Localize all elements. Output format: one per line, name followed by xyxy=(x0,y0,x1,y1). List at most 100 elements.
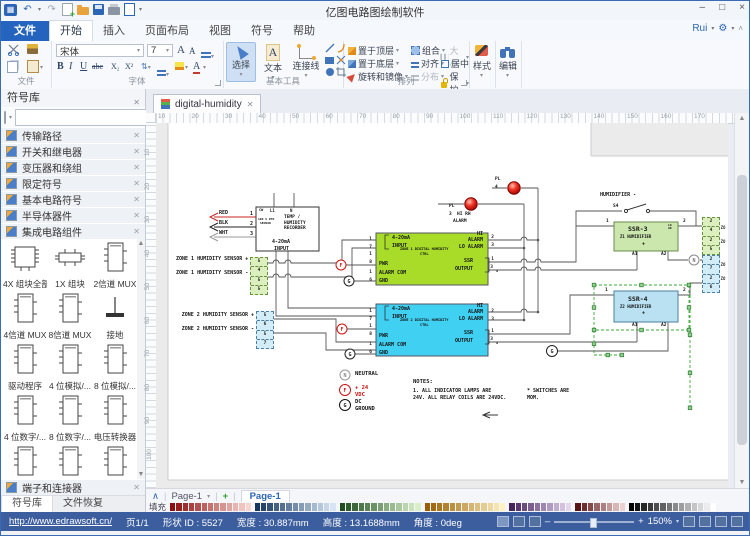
color-swatch[interactable] xyxy=(183,503,188,511)
color-swatch[interactable] xyxy=(293,503,298,511)
paste-icon[interactable] xyxy=(27,60,39,73)
color-swatch[interactable] xyxy=(378,503,383,511)
font-dialog-launcher[interactable] xyxy=(215,80,221,86)
style-icon[interactable] xyxy=(475,45,488,56)
color-swatch[interactable] xyxy=(312,503,317,511)
color-swatch[interactable] xyxy=(673,503,678,511)
library-book-icon[interactable] xyxy=(4,111,6,124)
color-swatch[interactable] xyxy=(547,503,552,511)
color-swatch[interactable] xyxy=(390,503,395,511)
account-name[interactable]: Rui xyxy=(692,23,707,34)
color-swatch[interactable] xyxy=(566,503,571,511)
color-swatch[interactable] xyxy=(456,503,461,511)
italic-button[interactable]: I xyxy=(69,61,72,72)
ribbon-tab-6[interactable]: 符号 xyxy=(241,21,283,41)
color-swatch[interactable] xyxy=(494,503,499,511)
color-swatch[interactable] xyxy=(176,503,181,511)
color-swatch[interactable] xyxy=(648,503,653,511)
pilot-lamp-pl3[interactable] xyxy=(465,198,477,210)
format-painter-icon[interactable] xyxy=(27,44,38,54)
account-caret-icon[interactable]: ▾ xyxy=(711,25,714,32)
color-swatch[interactable] xyxy=(698,503,703,511)
symbol-item[interactable]: 8 位模拟/... xyxy=(93,343,137,392)
line-spacing-icon[interactable]: ⇅▾ xyxy=(141,62,151,71)
color-swatch[interactable] xyxy=(261,503,266,511)
grid-icon[interactable] xyxy=(731,516,743,527)
terminal-block[interactable]: 5455 xyxy=(250,257,268,295)
color-swatch[interactable] xyxy=(554,503,559,511)
color-swatch[interactable] xyxy=(660,503,665,511)
color-swatch[interactable] xyxy=(475,503,480,511)
color-swatch[interactable] xyxy=(560,503,565,511)
symbol-item[interactable]: 4 位数字/... xyxy=(3,394,47,443)
vertical-scrollbar[interactable]: ▲ ▼ xyxy=(734,113,749,488)
align-menu-icon[interactable]: ▾ xyxy=(201,45,214,63)
symbol-item[interactable]: 1X 组块 xyxy=(48,241,92,290)
category-row[interactable]: 变压器和绕组✕ xyxy=(1,159,145,176)
color-swatch[interactable] xyxy=(509,503,514,511)
color-swatch[interactable] xyxy=(371,503,376,511)
scroll-up-icon[interactable]: ▲ xyxy=(735,115,749,122)
superscript-button[interactable]: X² xyxy=(125,62,133,71)
color-swatch[interactable] xyxy=(409,503,414,511)
color-swatch[interactable] xyxy=(481,503,486,511)
color-swatch[interactable] xyxy=(613,503,618,511)
color-swatch[interactable] xyxy=(629,503,634,511)
color-swatch[interactable] xyxy=(318,503,323,511)
category-close-icon[interactable]: ✕ xyxy=(133,131,140,140)
close-button[interactable]: × xyxy=(739,2,745,13)
page-selector-caret-icon[interactable]: ▾ xyxy=(207,493,210,500)
color-swatch[interactable] xyxy=(641,503,646,511)
color-swatch[interactable] xyxy=(462,503,467,511)
symbol-item[interactable]: 驱动程序 xyxy=(3,343,47,392)
style-caret-icon[interactable]: ▾ xyxy=(480,72,483,79)
color-swatch[interactable] xyxy=(286,503,291,511)
color-swatch[interactable] xyxy=(469,503,474,511)
library-caret-icon[interactable]: ▾ xyxy=(9,114,12,121)
color-swatch[interactable] xyxy=(299,503,304,511)
color-swatch[interactable] xyxy=(396,503,401,511)
highlight-caret-icon[interactable]: ▾ xyxy=(185,64,188,71)
settings-gear-icon[interactable]: ⚙ xyxy=(718,23,727,34)
color-swatch[interactable] xyxy=(189,503,194,511)
document-tab-close-icon[interactable]: ✕ xyxy=(247,100,254,109)
symbol-item[interactable]: 2信道 MUX xyxy=(93,241,137,290)
style-button[interactable]: 样式 xyxy=(469,59,495,72)
color-swatch[interactable] xyxy=(365,503,370,511)
color-swatch[interactable] xyxy=(522,503,527,511)
color-swatch[interactable] xyxy=(340,503,345,511)
color-swatch[interactable] xyxy=(352,503,357,511)
symbol-item[interactable]: 8 位数字/... xyxy=(48,394,92,443)
view-fullpage-icon[interactable] xyxy=(513,516,525,527)
terminal-block[interactable]: 2726 xyxy=(702,255,720,293)
cut-scissors-icon[interactable] xyxy=(7,44,21,56)
scrollbar-thumb[interactable] xyxy=(737,175,747,445)
color-swatch[interactable] xyxy=(403,503,408,511)
paste-caret-icon[interactable]: ▾ xyxy=(40,64,43,71)
symbol-item[interactable]: 4信道 MUX xyxy=(3,292,47,341)
scroll-up-icon[interactable]: ▲ xyxy=(137,240,145,247)
symbol-item[interactable]: 4X 组块全部 xyxy=(3,241,47,290)
add-page-button[interactable]: + xyxy=(223,491,229,502)
collapse-pagebar-icon[interactable]: ∧ xyxy=(152,491,159,502)
zoom-slider-thumb[interactable] xyxy=(590,518,597,528)
category-close-icon[interactable]: ✕ xyxy=(133,179,140,188)
fit-window-icon[interactable] xyxy=(683,516,695,527)
zoom-in-button[interactable]: + xyxy=(638,516,644,527)
edit-caret-icon[interactable]: ▾ xyxy=(506,72,509,79)
category-close-icon[interactable]: ✕ xyxy=(133,227,140,236)
bold-button[interactable]: B xyxy=(57,61,64,72)
category-row[interactable]: 限定符号✕ xyxy=(1,175,145,192)
color-swatch[interactable] xyxy=(170,503,175,511)
strikethrough-button[interactable]: abc xyxy=(92,62,103,71)
shrink-font-button[interactable]: A xyxy=(189,46,196,56)
category-row[interactable]: 集成电路组件✕ xyxy=(1,223,145,240)
pan-window-icon[interactable] xyxy=(699,516,711,527)
symbol-item[interactable]: 接地 xyxy=(93,292,137,341)
document-tab[interactable]: digital-humidity ✕ xyxy=(153,94,261,113)
ribbon-tab-3[interactable]: 插入 xyxy=(93,21,135,41)
color-swatch[interactable] xyxy=(437,503,442,511)
color-swatch[interactable] xyxy=(280,503,285,511)
view-presentation-icon[interactable] xyxy=(529,516,541,527)
color-swatch[interactable] xyxy=(220,503,225,511)
